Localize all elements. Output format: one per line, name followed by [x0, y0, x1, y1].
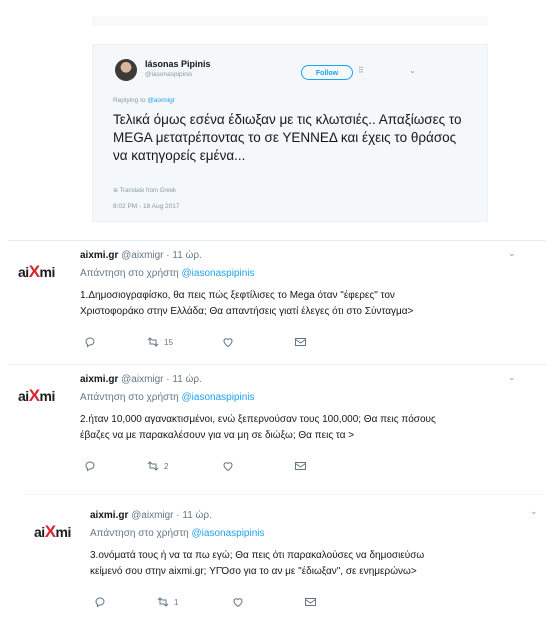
aixmi-logo[interactable]: aiXmi — [18, 386, 55, 406]
retweet-button[interactable]: 15 — [146, 336, 173, 348]
reply-header: aixmi.gr @aixmigr · 11 ώρ. — [90, 510, 212, 521]
message-icon[interactable] — [304, 596, 317, 608]
reply-to-line: Απάντηση στο χρήστη @iasonaspipinis — [90, 528, 264, 539]
aixmi-logo[interactable]: aiXmi — [18, 262, 55, 282]
handle-and-time[interactable]: @aixmigr · 11 ώρ. — [118, 250, 202, 261]
retweet-count: 15 — [164, 337, 173, 347]
reply-header: aixmi.gr @aixmigr · 11 ώρ. — [80, 250, 202, 261]
quoted-tweet-card: Iásonas Pipinis @iasonaspipinis Follow ⠿… — [92, 44, 488, 222]
tweet-timestamp[interactable]: 8:02 PM - 18 Aug 2017 — [113, 203, 180, 210]
reply-text-line-1: 2.ήταν 10,000 αγανακτισμένοι, ενώ ξεπερν… — [80, 414, 436, 425]
reply-tweet-1: aiXmi aixmi.gr @aixmigr · 11 ώρ. ⌄ Απάντ… — [8, 248, 546, 360]
divider — [8, 240, 546, 241]
aixmi-logo[interactable]: aiXmi — [34, 522, 71, 542]
reply-text: 2.ήταν 10,000 αγανακτισμένοι, ενώ ξεπερν… — [80, 412, 540, 444]
handle-and-time[interactable]: @aixmigr · 11 ώρ. — [118, 374, 202, 385]
reply-tweet-2: aiXmi aixmi.gr @aixmigr · 11 ώρ. ⌄ Απάντ… — [8, 372, 546, 484]
reply-text-line-1: 1.Δημοσιογραφίσκο, θα πεις πώς ξεφτίλισε… — [80, 290, 395, 301]
reply-mention-link[interactable]: @iasonaspipinis — [182, 392, 255, 403]
retweet-button[interactable]: 1 — [156, 596, 178, 608]
replying-to: Replying to @aixmigr — [113, 97, 175, 104]
replying-mention-link[interactable]: @aixmigr — [147, 97, 175, 104]
reply-to-line: Απάντηση στο χρήστη @iasonaspipinis — [80, 268, 254, 279]
reply-to-prefix: Απάντηση στο χρήστη — [80, 268, 182, 279]
reply-text-line-2: έβαζες να με παρακαλέσουν για να μη σε δ… — [80, 430, 355, 441]
heart-icon[interactable] — [232, 596, 244, 608]
divider — [8, 364, 546, 365]
retweet-count: 2 — [164, 461, 169, 471]
reply-text: 1.Δημοσιογραφίσκο, θα πεις πώς ξεφτίλισε… — [80, 288, 540, 320]
reply-to-prefix: Απάντηση στο χρήστη — [90, 528, 192, 539]
heart-icon[interactable] — [222, 460, 234, 472]
chevron-down-icon[interactable]: ⌄ — [530, 506, 538, 517]
author-name[interactable]: Iásonas Pipinis — [145, 59, 211, 69]
reply-mention-link[interactable]: @iasonaspipinis — [182, 268, 255, 279]
display-name[interactable]: aixmi.gr — [80, 250, 118, 261]
reply-icon[interactable] — [84, 336, 96, 348]
reply-to-prefix: Απάντηση στο χρήστη — [80, 392, 182, 403]
reply-tweet-3: aiXmi aixmi.gr @aixmigr · 11 ώρ. ⌄ Απάντ… — [8, 506, 546, 620]
reply-text-line-2: κείμενό σου στην aixmi.gr; ΥΓΌσο για το … — [90, 566, 417, 577]
display-name[interactable]: aixmi.gr — [90, 510, 128, 521]
follow-button[interactable]: Follow — [301, 65, 353, 80]
reply-to-line: Απάντηση στο χρήστη @iasonaspipinis — [80, 392, 254, 403]
translate-link[interactable]: ⊕ Translate from Greek — [113, 187, 176, 194]
reply-text-line-1: 3.ονόματά τους ή να τα πω εγώ; Θα πεις ό… — [90, 550, 425, 561]
retweet-button[interactable]: 2 — [146, 460, 168, 472]
reply-icon[interactable] — [84, 460, 96, 472]
author-handle[interactable]: @iasonaspipinis — [145, 71, 192, 78]
reply-icon[interactable] — [94, 596, 106, 608]
retweet-icon — [146, 336, 160, 347]
reply-text: 3.ονόματά τους ή να τα πω εγώ; Θα πεις ό… — [90, 548, 550, 580]
message-icon[interactable] — [294, 460, 307, 472]
reply-text-line-2: Χριστοφοράκο στην Ελλάδα; Θα απαντήσεις … — [80, 306, 414, 317]
chevron-down-icon[interactable]: ⌄ — [508, 372, 516, 383]
reply-mention-link[interactable]: @iasonaspipinis — [192, 528, 265, 539]
chevron-down-icon[interactable]: ⌄ — [508, 248, 516, 259]
replying-prefix: Replying to — [113, 97, 148, 104]
display-name[interactable]: aixmi.gr — [80, 374, 118, 385]
retweet-count: 1 — [174, 597, 179, 607]
message-icon[interactable] — [294, 336, 307, 348]
top-faint-strip — [92, 16, 488, 26]
retweet-icon — [156, 596, 170, 607]
retweet-icon — [146, 460, 160, 471]
tweet-text: Τελικά όμως εσένα έδιωξαν με τις κλωτσιέ… — [113, 112, 462, 163]
chevron-down-icon[interactable]: ⌄ — [409, 66, 416, 75]
heart-icon[interactable] — [222, 336, 234, 348]
divider — [24, 494, 544, 495]
reply-header: aixmi.gr @aixmigr · 11 ώρ. — [80, 374, 202, 385]
follow-options-icon[interactable]: ⠿ — [358, 66, 364, 75]
avatar[interactable] — [115, 59, 137, 81]
handle-and-time[interactable]: @aixmigr · 11 ώρ. — [128, 510, 212, 521]
